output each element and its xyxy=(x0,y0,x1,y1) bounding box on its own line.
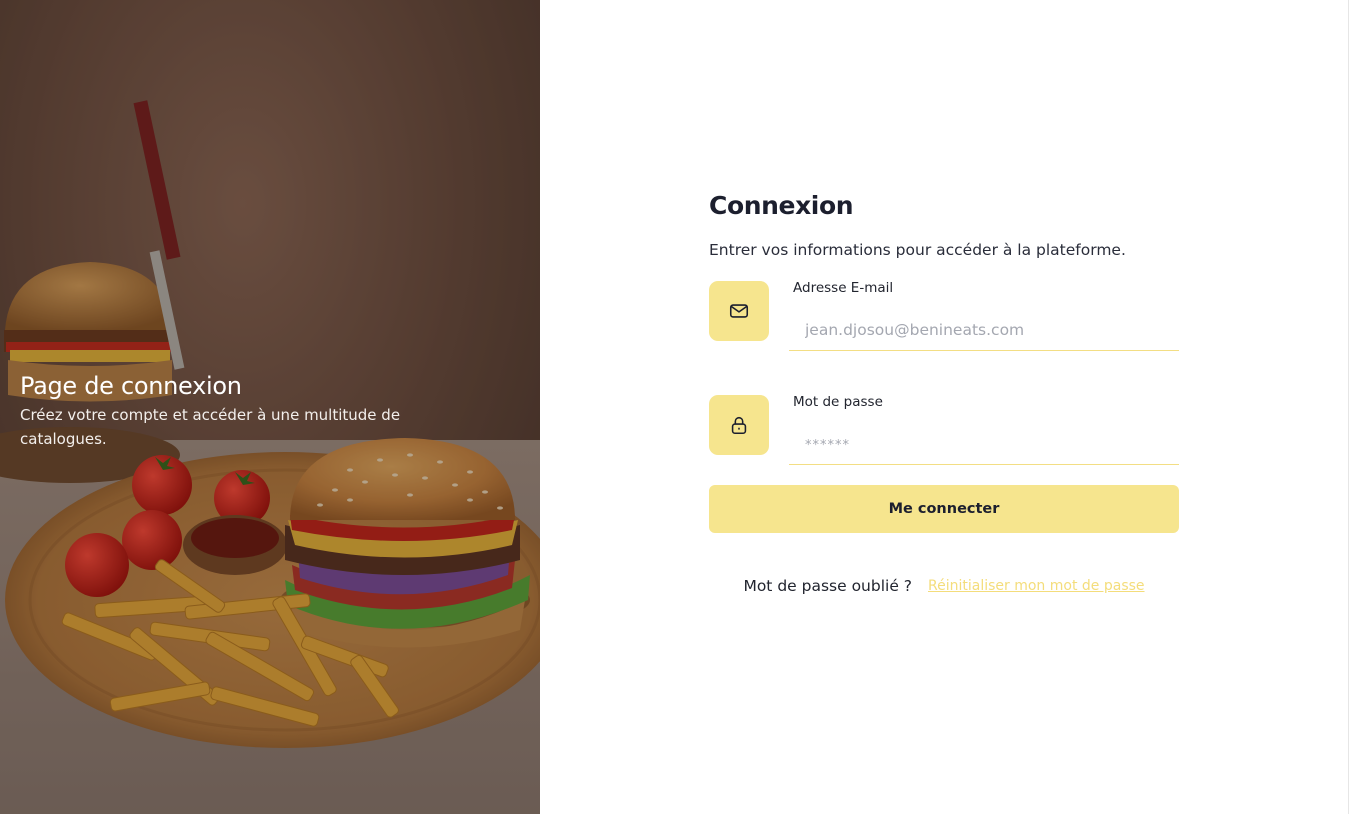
login-page: Page de connexion Créez votre compte et … xyxy=(0,0,1350,814)
hero-caption: Page de connexion Créez votre compte et … xyxy=(20,370,460,451)
email-input[interactable] xyxy=(789,309,1179,351)
login-form: Connexion Entrer vos informations pour a… xyxy=(709,190,1179,595)
email-label: Adresse E-mail xyxy=(793,280,894,296)
forgot-password-row: Mot de passe oublié ? Réinitialiser mon … xyxy=(709,577,1179,595)
form-title: Connexion xyxy=(709,191,854,220)
lock-icon xyxy=(709,395,769,455)
hero-panel: Page de connexion Créez votre compte et … xyxy=(0,0,540,814)
mail-icon xyxy=(709,281,769,341)
password-field-group: Mot de passe xyxy=(709,394,1179,485)
hero-title: Page de connexion xyxy=(20,372,242,400)
forgot-password-text: Mot de passe oublié ? xyxy=(743,577,913,595)
login-button[interactable]: Me connecter xyxy=(709,485,1179,533)
email-field-group: Adresse E-mail xyxy=(709,280,1179,371)
form-subtitle: Entrer vos informations pour accéder à l… xyxy=(709,241,1126,259)
password-input[interactable] xyxy=(789,423,1179,465)
hero-subtitle: Créez votre compte et accéder à une mult… xyxy=(20,406,401,448)
password-label: Mot de passe xyxy=(793,394,883,410)
reset-password-link[interactable]: Réinitialiser mon mot de passe xyxy=(928,578,1145,594)
right-edge-divider xyxy=(1348,0,1349,814)
login-form-panel: Connexion Entrer vos informations pour a… xyxy=(540,0,1349,814)
